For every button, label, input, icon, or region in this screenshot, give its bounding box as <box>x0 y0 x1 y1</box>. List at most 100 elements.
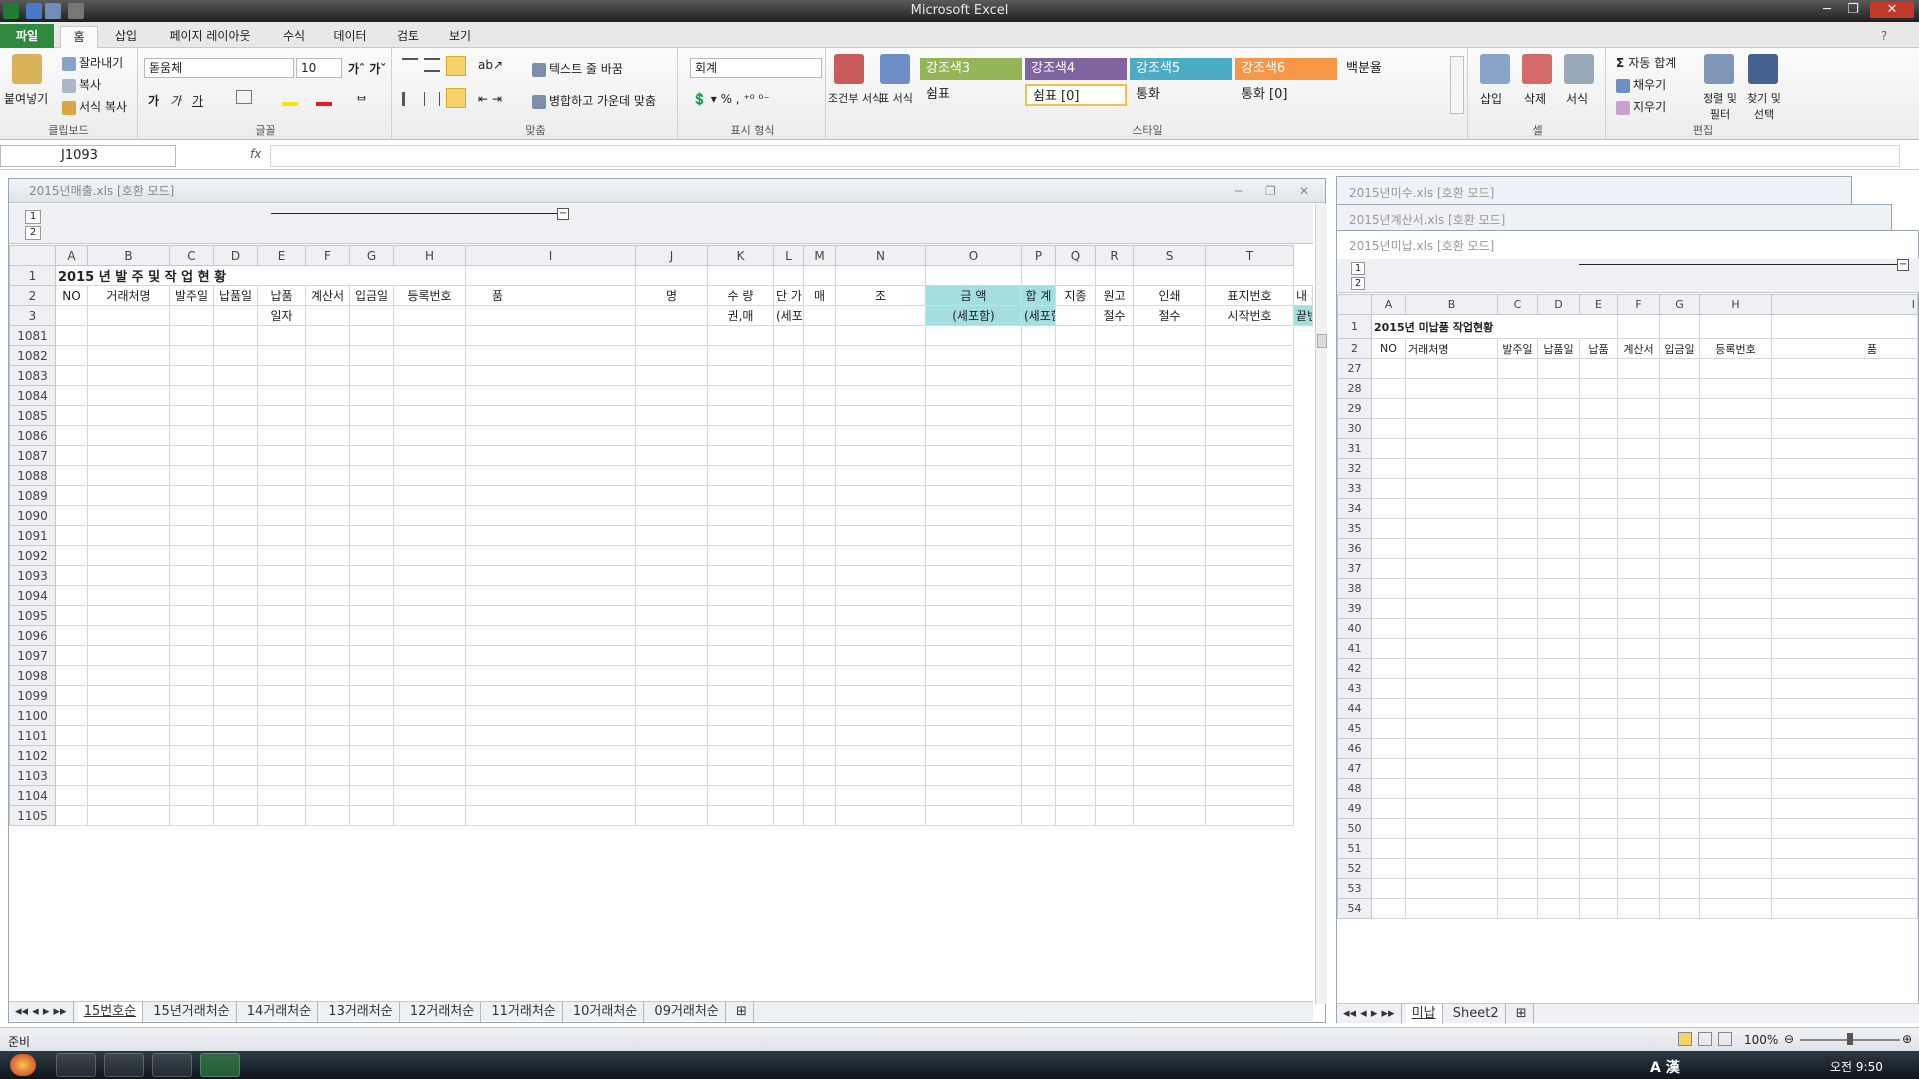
row-header[interactable]: 1102 <box>9 745 56 766</box>
vertical-scrollbar[interactable] <box>1315 204 1327 1004</box>
row-header[interactable]: 48 <box>1337 778 1372 799</box>
cell[interactable] <box>305 385 350 406</box>
cell[interactable] <box>1617 758 1660 779</box>
cell[interactable] <box>835 345 926 366</box>
cell[interactable] <box>1579 678 1618 699</box>
cell[interactable] <box>1055 405 1096 426</box>
cell[interactable] <box>1537 498 1580 519</box>
tab-view[interactable]: 보기 <box>438 26 482 48</box>
row-header[interactable]: 36 <box>1337 538 1372 559</box>
cell[interactable] <box>1617 458 1660 479</box>
cell[interactable] <box>835 645 926 666</box>
cell[interactable] <box>1579 778 1618 799</box>
cell[interactable] <box>1055 805 1096 826</box>
cell[interactable] <box>1405 518 1498 539</box>
header-cell[interactable]: 납품일 <box>213 285 258 306</box>
cell[interactable] <box>1659 798 1700 819</box>
cell[interactable] <box>1497 358 1538 379</box>
cell[interactable] <box>1699 558 1772 579</box>
cell[interactable] <box>213 645 258 666</box>
cell[interactable] <box>1095 325 1134 346</box>
cell[interactable] <box>87 585 170 606</box>
cell[interactable] <box>803 585 836 606</box>
cell[interactable] <box>835 665 926 686</box>
cell[interactable] <box>1055 525 1096 546</box>
cell[interactable] <box>305 405 350 426</box>
cell[interactable] <box>1617 558 1660 579</box>
cell[interactable] <box>349 665 394 686</box>
cell[interactable] <box>1579 358 1618 379</box>
cell[interactable] <box>169 565 214 586</box>
cell[interactable] <box>1699 458 1772 479</box>
cell[interactable] <box>1771 838 1918 859</box>
cell[interactable] <box>1021 805 1056 826</box>
cell[interactable] <box>1659 618 1700 639</box>
row-header[interactable]: 28 <box>1337 378 1372 399</box>
cell[interactable] <box>1405 778 1498 799</box>
close-icon[interactable]: ✕ <box>1870 2 1914 18</box>
zoom-out-icon[interactable]: ⊖ <box>1784 1032 1794 1046</box>
cell[interactable] <box>1699 478 1772 499</box>
cell[interactable] <box>55 405 88 426</box>
cell[interactable] <box>55 365 88 386</box>
cell[interactable] <box>55 565 88 586</box>
header-cell[interactable]: 인쇄 <box>1133 285 1206 306</box>
cell[interactable] <box>707 545 774 566</box>
cell[interactable] <box>803 325 836 346</box>
cell[interactable] <box>257 685 306 706</box>
column-header[interactable]: D <box>1537 294 1580 315</box>
cell[interactable] <box>1371 418 1406 439</box>
cell[interactable] <box>1405 598 1498 619</box>
row-header[interactable]: 49 <box>1337 798 1372 819</box>
cell[interactable] <box>87 765 170 786</box>
cell[interactable] <box>1699 718 1772 739</box>
cell[interactable] <box>1771 438 1918 459</box>
cell[interactable] <box>1617 518 1660 539</box>
cell[interactable] <box>803 625 836 646</box>
style-accent4[interactable]: 강조색4 <box>1025 58 1127 80</box>
cell[interactable] <box>773 605 804 626</box>
cell[interactable] <box>1579 558 1618 579</box>
cell[interactable] <box>707 585 774 606</box>
column-header[interactable]: G <box>349 245 394 266</box>
cell[interactable] <box>349 525 394 546</box>
cell[interactable] <box>835 525 926 546</box>
cell[interactable] <box>1405 698 1498 719</box>
workbook-window-invoices[interactable]: 2015년계산서.xls [호환 모드] <box>1336 204 1892 232</box>
row-header[interactable]: 35 <box>1337 518 1372 539</box>
cell[interactable] <box>1405 658 1498 679</box>
cell[interactable] <box>1659 738 1700 759</box>
cell[interactable] <box>1055 645 1096 666</box>
cell[interactable] <box>1095 785 1134 806</box>
cell[interactable] <box>1055 705 1096 726</box>
cell[interactable] <box>55 625 88 646</box>
cell[interactable] <box>1021 545 1056 566</box>
cell[interactable] <box>1659 898 1700 919</box>
cell[interactable] <box>1497 378 1538 399</box>
cell[interactable] <box>1699 438 1772 459</box>
cell[interactable] <box>1659 518 1700 539</box>
new-sheet-icon[interactable]: ⊞ <box>730 1002 754 1022</box>
cell[interactable] <box>1095 385 1134 406</box>
cell[interactable] <box>213 745 258 766</box>
cell[interactable] <box>1771 398 1918 419</box>
cell[interactable] <box>1771 798 1918 819</box>
cell[interactable] <box>1659 698 1700 719</box>
cell[interactable] <box>465 365 636 386</box>
cell[interactable] <box>257 565 306 586</box>
cell[interactable] <box>1537 378 1580 399</box>
cell[interactable] <box>835 445 926 466</box>
cell[interactable] <box>305 785 350 806</box>
cell[interactable] <box>55 785 88 806</box>
cell[interactable] <box>1497 738 1538 759</box>
cell[interactable] <box>87 485 170 506</box>
cell[interactable] <box>1537 418 1580 439</box>
cell[interactable] <box>707 485 774 506</box>
header-cell[interactable]: 수 량 <box>707 285 774 306</box>
cell[interactable] <box>305 345 350 366</box>
cell[interactable] <box>1497 678 1538 699</box>
row-header[interactable]: 30 <box>1337 418 1372 439</box>
cell[interactable] <box>1537 638 1580 659</box>
cell[interactable] <box>835 365 926 386</box>
cell[interactable] <box>835 685 926 706</box>
